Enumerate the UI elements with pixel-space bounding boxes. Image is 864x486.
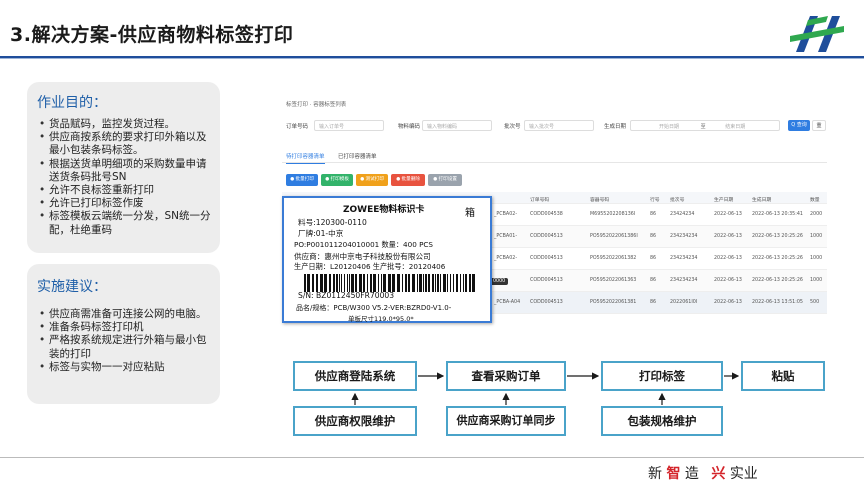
print-settings-button[interactable]: ● 打印设置 <box>428 174 462 186</box>
test-print-button[interactable]: ● 测试打印 <box>356 174 388 186</box>
reset-button[interactable]: 重 <box>812 120 826 131</box>
date-start: 开始日期 <box>659 124 680 130</box>
label-box-mark: 箱 <box>465 208 475 219</box>
barcode-icon <box>304 274 475 292</box>
column-header: 生产日期 <box>714 198 734 203</box>
objective-card: 作业目的： 货品赋码，监控发货过程。 供应商按系统的要求打印外箱以及最小包装条码… <box>27 82 220 253</box>
flow-step-view-po: 查看采购订单 <box>446 361 566 391</box>
column-header: 生成日期 <box>752 198 772 203</box>
tab-printed[interactable]: 已打印容器清单 <box>338 152 377 160</box>
label-sn: S/N: BZ0112450FR70003 <box>298 291 395 300</box>
flow-step-permission: 供应商权限维护 <box>293 406 417 436</box>
order-filter-label: 订单号码 <box>286 124 309 130</box>
label-po-qty: PO:P001011204010001 数量：400 PCS <box>294 240 433 249</box>
list-item: 根据送货单明细项的采购数量申请送货条码批号SN <box>39 158 212 184</box>
label-part-no: 料号:120300-0110 <box>298 218 367 227</box>
batch-filter-label: 批次号 <box>504 124 521 130</box>
list-item: 允许不良标签重新打印 <box>39 184 212 197</box>
batch-input[interactable]: 输入批次号 <box>524 120 594 131</box>
label-size: 单板尺寸119.0*95.0* <box>348 315 414 323</box>
objective-list: 货品赋码，监控发货过程。 供应商按系统的要求打印外箱以及最小包装条码标签。 根据… <box>27 118 220 237</box>
date-separator: 至 <box>700 124 706 130</box>
tab-divider <box>282 162 827 163</box>
column-header: 行号 <box>650 198 660 203</box>
slide-title: 3.解决方案-供应商物料标签打印 <box>10 24 294 46</box>
suggestion-card: 实施建议： 供应商需准备可连接公网的电脑。 准备条码标签打印机 严格按系统规定进… <box>27 264 220 404</box>
flow-step-package-spec: 包装规格维护 <box>601 406 723 436</box>
breadcrumb: 标签打印 · 容器标签列表 <box>286 102 347 108</box>
list-item: 供应商需准备可连接公网的电脑。 <box>39 308 212 321</box>
flow-step-paste: 粘贴 <box>741 361 825 391</box>
material-filter-label: 物料编码 <box>398 124 421 130</box>
list-item: 货品赋码，监控发货过程。 <box>39 118 212 131</box>
list-item: 允许已打印标签作废 <box>39 197 212 210</box>
suggestion-list: 供应商需准备可连接公网的电脑。 准备条码标签打印机 严格按系统规定进行外箱与最小… <box>27 308 220 374</box>
order-input[interactable]: 输入订单号 <box>314 120 384 131</box>
label-spec: 品名/规格：PCB/W300 V5.2-VER:BZRD0-V1.0- <box>296 304 452 312</box>
date-range-input[interactable]: 开始日期 至 结束日期 <box>630 120 780 131</box>
list-item: 供应商按系统的要求打印外箱以及最小包装条码标签。 <box>39 131 212 157</box>
footer-slogan: 新 智 造 兴 实业 <box>648 466 758 482</box>
column-header: 容器号码 <box>590 198 610 203</box>
print-template-button[interactable]: ● 打印模板 <box>321 174 353 186</box>
label-brand: 厂牌:01-中京 <box>298 229 344 238</box>
flow-step-login: 供应商登陆系统 <box>293 361 417 391</box>
title-underline-light <box>0 58 864 59</box>
query-button[interactable]: Q 查询 <box>788 120 810 131</box>
company-logo-icon <box>790 16 844 52</box>
objective-heading: 作业目的： <box>37 95 107 111</box>
label-dates: 生产日期：L20120406 生产批号：20120406 <box>294 262 446 271</box>
flow-step-print-label: 打印标签 <box>601 361 723 391</box>
batch-delete-button[interactable]: ● 批量删除 <box>391 174 425 186</box>
list-item: 准备条码标签打印机 <box>39 321 212 334</box>
material-label-sample: ZOWEE物料标识卡 箱 料号:120300-0110 厂牌:01-中京 PO:… <box>282 196 492 323</box>
flow-step-po-sync: 供应商采购订单同步 <box>446 406 566 436</box>
label-supplier: 供应商：惠州中京电子科技股份有限公司 <box>294 252 431 261</box>
pager-badge: 0000 <box>490 278 509 285</box>
column-header: 数量 <box>810 198 820 203</box>
material-input[interactable]: 输入物料编码 <box>422 120 492 131</box>
column-header: 批次号 <box>670 198 685 203</box>
date-filter-label: 生成日期 <box>604 124 627 130</box>
footer: 新 智 造 兴 实业 <box>0 458 864 486</box>
list-item: 严格按系统规定进行外箱与最小包装的打印 <box>39 334 212 360</box>
list-item: 标签与实物一一对应粘贴 <box>39 361 212 374</box>
suggestion-heading: 实施建议： <box>37 279 107 295</box>
label-title: ZOWEE物料标识卡 <box>343 205 425 215</box>
batch-print-button[interactable]: ● 批量打印 <box>286 174 318 186</box>
column-header: 订单号码 <box>530 198 550 203</box>
date-end: 结束日期 <box>725 124 746 130</box>
list-item: 标签模板云端统一分发，SN统一分配，杜绝重码 <box>39 210 212 236</box>
